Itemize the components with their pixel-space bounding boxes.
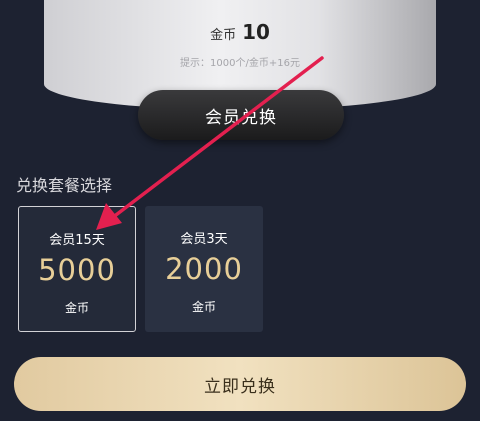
package-card-3-days[interactable]: 会员3天 2000 金币	[145, 206, 263, 332]
balance-label: 金币	[210, 28, 237, 43]
package-card-15-days[interactable]: 会员15天 5000 金币	[18, 206, 136, 332]
package-price: 2000	[165, 252, 243, 286]
package-unit: 金币	[64, 301, 89, 315]
package-name: 会员3天	[180, 232, 228, 247]
balance-line: 金币 10	[44, 20, 436, 44]
member-exchange-button[interactable]: 会员兑换	[138, 90, 344, 140]
package-name: 会员15天	[49, 233, 105, 248]
exchange-hint: 提示：1000个/金币+16元	[180, 58, 300, 69]
package-unit: 金币	[191, 300, 216, 314]
package-price: 5000	[38, 253, 116, 287]
balance-value: 10	[242, 20, 270, 44]
section-title: 兑换套餐选择	[16, 176, 113, 195]
redeem-now-button[interactable]: 立即兑换	[14, 357, 466, 411]
